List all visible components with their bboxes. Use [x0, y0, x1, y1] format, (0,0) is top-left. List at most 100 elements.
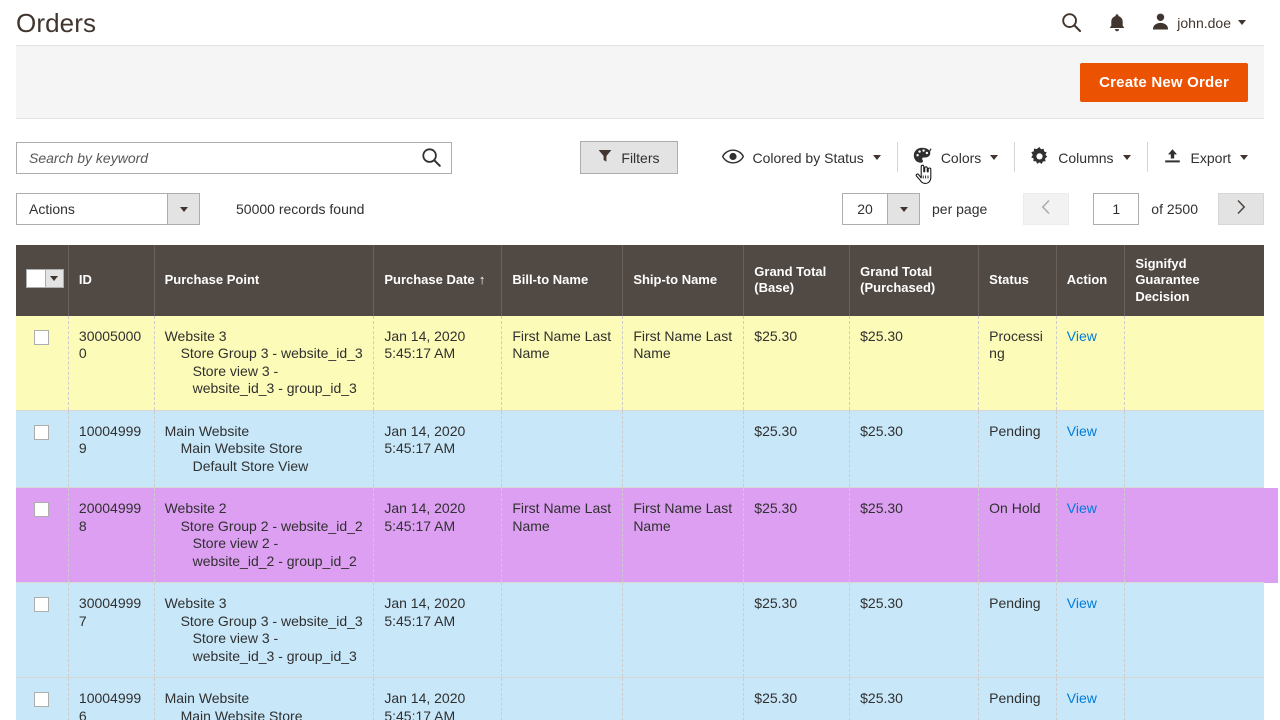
actions-select-value: Actions — [29, 201, 75, 217]
purchase-date-time: 5:45:17 AM — [384, 345, 456, 362]
chevron-down-icon — [44, 270, 63, 288]
column-header-grand-total-base[interactable]: Grand Total (Base) — [743, 245, 851, 316]
columns-label: Columns — [1058, 149, 1114, 166]
column-header-ship-to-name[interactable]: Ship-to Name — [622, 245, 745, 316]
eye-icon — [721, 148, 744, 167]
search-by-keyword[interactable] — [16, 141, 452, 174]
export-control[interactable]: Export — [1146, 141, 1264, 172]
cell-id: 300050000 — [68, 315, 155, 411]
column-header-purchase-date[interactable]: ↑ Purchase Date — [373, 245, 503, 316]
column-header-bill-to-name[interactable]: Bill-to Name — [501, 245, 624, 316]
upload-icon — [1163, 148, 1182, 167]
search-icon[interactable] — [1059, 11, 1083, 35]
cell-action[interactable]: View — [1056, 582, 1126, 679]
user-name: john.doe — [1177, 14, 1231, 31]
row-color-bleed — [1264, 487, 1278, 583]
cell-status: On Hold — [978, 487, 1057, 584]
page-actions-bar: Create New Order — [16, 45, 1264, 119]
search-input[interactable] — [17, 142, 411, 173]
bell-icon[interactable] — [1105, 11, 1129, 35]
cell-action[interactable]: View — [1056, 410, 1126, 489]
column-header-grand-total-purchased[interactable]: Grand Total (Purchased) — [849, 245, 980, 316]
create-new-order-button[interactable]: Create New Order — [1080, 62, 1248, 102]
table-row[interactable]: 100049999 Main Website Main Website Stor… — [16, 410, 1264, 489]
view-order-link[interactable]: View — [1067, 328, 1097, 344]
purchase-date-day: Jan 14, 2020 — [384, 422, 466, 439]
cell-status: Processing — [978, 315, 1057, 411]
table-row[interactable]: 300049997 Website 3 Store Group 3 - webs… — [16, 582, 1264, 679]
purchase-date-time: 5:45:17 AM — [384, 707, 456, 720]
current-page-input[interactable] — [1093, 193, 1140, 225]
actions-select[interactable]: Actions — [16, 193, 200, 225]
grid-actions-row: Actions 50000 records found 20 per page … — [16, 174, 1264, 225]
colored-by-status-control[interactable]: Colored by Status — [706, 145, 897, 171]
per-page-select[interactable]: 20 — [842, 193, 920, 225]
cell-purchase-date: Jan 14, 2020 5:45:17 AM — [373, 487, 503, 584]
column-header-signifyd[interactable]: Signifyd Guarantee Decision — [1124, 245, 1264, 316]
row-select-cell[interactable] — [16, 677, 69, 720]
per-page-value: 20 — [857, 201, 873, 217]
row-checkbox[interactable] — [34, 692, 50, 708]
row-select-cell[interactable] — [16, 410, 69, 489]
cell-id: 100049999 — [68, 410, 155, 489]
column-header-action[interactable]: Action — [1056, 245, 1126, 316]
cell-grand-total-base: $25.30 — [743, 487, 851, 584]
row-checkbox[interactable] — [34, 597, 50, 613]
cell-signifyd — [1124, 487, 1264, 584]
cell-grand-total-purchased: $25.30 — [849, 487, 980, 584]
table-body: 300050000 Website 3 Store Group 3 - webs… — [16, 315, 1264, 720]
column-header-id[interactable]: ID — [68, 245, 155, 316]
chevron-down-icon — [1238, 20, 1246, 25]
colors-label: Colors — [940, 149, 982, 166]
column-header-purchase-point[interactable]: Purchase Point — [154, 245, 375, 316]
colors-control[interactable]: Colors — [896, 141, 1014, 184]
chevron-left-icon — [1041, 199, 1051, 220]
chevron-down-icon — [1240, 155, 1248, 160]
cell-action[interactable]: View — [1056, 487, 1126, 584]
table-row[interactable]: 300050000 Website 3 Store Group 3 - webs… — [16, 315, 1264, 411]
select-all-header[interactable] — [16, 245, 69, 316]
cell-ship-to-name: First Name Last Name — [622, 487, 745, 584]
purchase-point-website: Website 3 — [164, 595, 227, 612]
user-menu[interactable]: john.doe — [1151, 12, 1246, 34]
page-header: Orders john.doe — [0, 0, 1280, 45]
row-select-cell[interactable] — [16, 315, 69, 411]
chevron-down-icon — [167, 194, 199, 224]
purchase-point-store-group: Store Group 3 - website_id_3 — [180, 345, 363, 362]
cell-purchase-point: Website 2 Store Group 2 - website_id_2 S… — [154, 487, 375, 584]
table-row[interactable]: 100049996 Main Website Main Website Stor… — [16, 677, 1264, 720]
search-submit-icon[interactable] — [411, 143, 451, 173]
view-order-link[interactable]: View — [1067, 690, 1097, 706]
cell-action[interactable]: View — [1056, 677, 1126, 720]
previous-page-button[interactable] — [1023, 193, 1070, 225]
sort-ascending-icon: ↑ — [478, 272, 486, 288]
row-checkbox[interactable] — [34, 502, 50, 518]
chevron-down-icon — [1122, 155, 1131, 160]
row-select-cell[interactable] — [16, 487, 69, 584]
cell-ship-to-name — [622, 677, 745, 720]
view-order-link[interactable]: View — [1067, 423, 1097, 439]
table-header-row: ID Purchase Point ↑ Purchase Date Bill-t… — [16, 245, 1264, 316]
records-found-label: 50000 records found — [236, 201, 365, 217]
cell-action[interactable]: View — [1056, 315, 1126, 411]
chevron-down-icon — [872, 155, 881, 160]
row-checkbox[interactable] — [34, 329, 50, 345]
table-row[interactable]: 200049998 Website 2 Store Group 2 - webs… — [16, 487, 1264, 584]
funnel-icon — [598, 149, 612, 166]
row-select-cell[interactable] — [16, 582, 69, 679]
view-order-link[interactable]: View — [1067, 500, 1097, 516]
columns-control[interactable]: Columns — [1014, 141, 1146, 172]
grid-toolbar: Filters Colored by Status Colors — [16, 119, 1264, 184]
column-header-status[interactable]: Status — [978, 245, 1057, 316]
next-page-button[interactable] — [1218, 193, 1264, 225]
select-all-dropdown[interactable] — [26, 269, 64, 289]
cell-grand-total-purchased: $25.30 — [849, 677, 980, 720]
view-order-link[interactable]: View — [1067, 595, 1097, 611]
orders-table: ID Purchase Point ↑ Purchase Date Bill-t… — [16, 245, 1264, 720]
purchase-date-day: Jan 14, 2020 — [384, 595, 466, 612]
cell-grand-total-base: $25.30 — [743, 315, 851, 411]
row-checkbox[interactable] — [34, 424, 50, 440]
purchase-date-time: 5:45:17 AM — [384, 440, 456, 457]
filters-button[interactable]: Filters — [580, 141, 678, 174]
purchase-point-store-view: Store view 3 - website_id_3 - group_id_3 — [192, 630, 357, 664]
